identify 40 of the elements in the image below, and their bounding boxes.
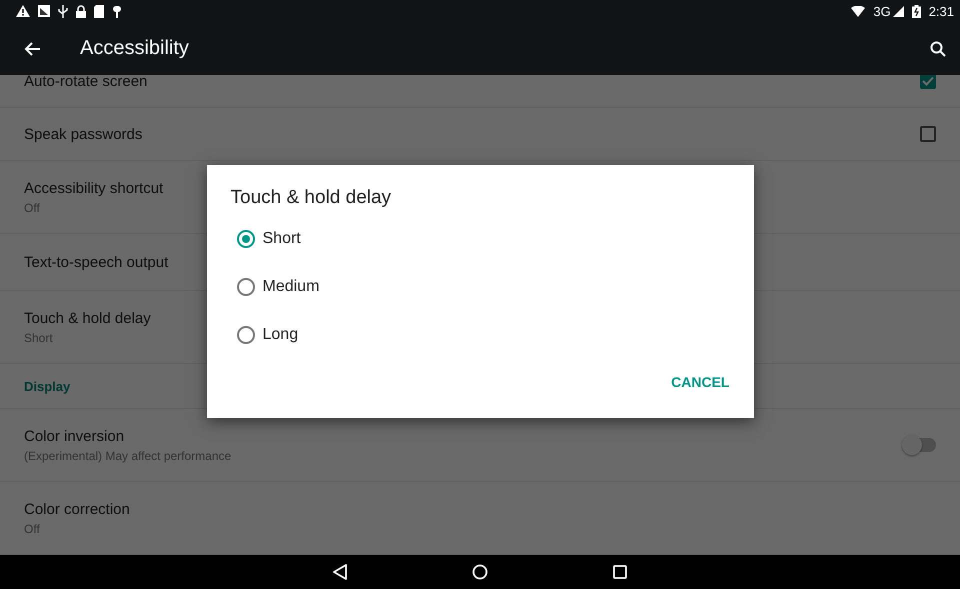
wifi-icon [851, 6, 866, 16]
sd-card-icon [94, 4, 104, 18]
usb-icon [58, 4, 68, 18]
section-header: Display [24, 378, 70, 394]
signal-icon [892, 6, 904, 16]
back-arrow-icon[interactable] [24, 42, 40, 56]
dialog-title: Touch & hold delay [230, 187, 392, 209]
setting-title: Color inversion [24, 428, 124, 444]
network-type: 3G [873, 4, 891, 18]
home-icon[interactable] [472, 564, 488, 580]
option-label: Long [262, 326, 298, 344]
battery-icon [912, 4, 921, 18]
option-label: Medium [262, 278, 320, 296]
lock-icon [76, 4, 86, 18]
cancel-button[interactable]: CANCEL [671, 366, 730, 398]
checkbox[interactable] [920, 75, 936, 89]
radio-option[interactable]: Medium [230, 263, 320, 311]
screen-title: Accessibility [80, 37, 190, 60]
option-label: Short [262, 230, 301, 248]
setting-title: Accessibility shortcut [24, 180, 164, 196]
toggle-switch[interactable] [904, 438, 936, 452]
radio-button[interactable] [236, 230, 254, 248]
clock-time: 2:31 [928, 4, 954, 18]
checkbox[interactable] [920, 126, 936, 142]
plug-icon [112, 4, 122, 18]
image-icon [38, 5, 50, 17]
radio-button[interactable] [236, 326, 254, 344]
radio-option[interactable]: Short [230, 215, 301, 263]
warning-icon [16, 5, 30, 17]
setting-title: Speak passwords [24, 126, 142, 142]
recents-icon[interactable] [613, 565, 627, 579]
setting-title: Touch & hold delay [24, 310, 151, 326]
radio-button[interactable] [236, 278, 254, 296]
search-icon[interactable] [930, 40, 946, 56]
setting-title: Color correction [24, 500, 130, 518]
back-icon[interactable] [333, 564, 347, 580]
setting-title: Text-to-speech output [24, 254, 168, 270]
settings-row[interactable]: Auto-rotate screen [0, 75, 960, 108]
radio-option[interactable]: Long [230, 311, 298, 359]
setting-title: Auto-rotate screen [24, 75, 148, 90]
